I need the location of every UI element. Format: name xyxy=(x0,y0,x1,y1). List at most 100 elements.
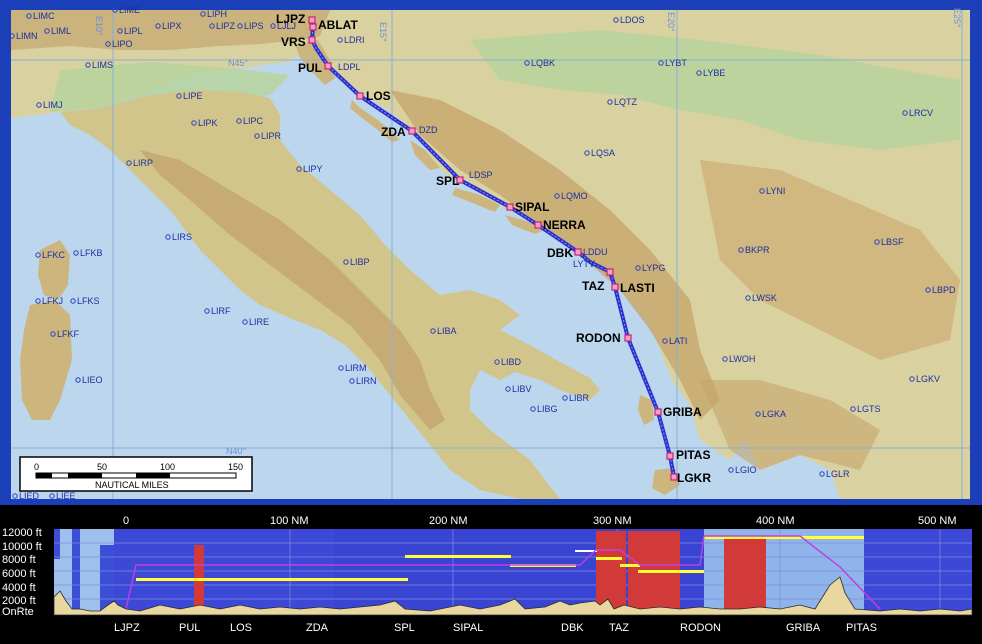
airport-label[interactable]: LGKV xyxy=(916,374,940,384)
airport-label[interactable]: LYNI xyxy=(766,186,785,196)
airport-label[interactable]: LIRF xyxy=(211,306,231,316)
waypoint-marker[interactable] xyxy=(408,127,416,135)
airport-label[interactable]: LFKB xyxy=(80,248,103,258)
airport-label[interactable]: LIML xyxy=(51,26,71,36)
airport-label[interactable]: LIRN xyxy=(356,376,377,386)
airport-label[interactable]: LQMO xyxy=(561,191,588,201)
waypoint-label[interactable]: LOS xyxy=(366,89,391,103)
waypoint-marker[interactable] xyxy=(308,16,316,24)
airport-label[interactable]: LGLR xyxy=(826,469,850,479)
route-airport-label[interactable]: LYTV xyxy=(573,259,595,269)
airport-label[interactable]: LIPE xyxy=(183,91,203,101)
airport-label[interactable]: LFKS xyxy=(77,296,100,306)
airport-label[interactable]: LWOH xyxy=(729,354,755,364)
airport-label[interactable]: LIPS xyxy=(244,21,264,31)
airport-label[interactable]: LIBA xyxy=(437,326,457,336)
airport-label[interactable]: LFKJ xyxy=(42,296,63,306)
airport-label[interactable]: LIPH xyxy=(207,9,227,19)
waypoint-marker[interactable] xyxy=(624,334,632,342)
route-airport-label[interactable]: LDPL xyxy=(338,62,361,72)
airport-label[interactable]: LFKC xyxy=(42,250,66,260)
airport-label[interactable]: LIPC xyxy=(243,116,264,126)
airport-label[interactable]: LIRP xyxy=(133,158,153,168)
airport-label[interactable]: LIMN xyxy=(16,31,38,41)
waypoint-label[interactable]: VRS xyxy=(281,35,306,49)
profile-wp-label: SPL xyxy=(394,622,415,634)
airport-label[interactable]: LATI xyxy=(669,336,687,346)
airport-label[interactable]: LIRM xyxy=(345,363,367,373)
airport-label[interactable]: LYBT xyxy=(665,58,687,68)
waypoint-marker[interactable] xyxy=(666,452,674,460)
airport-label[interactable]: LDRI xyxy=(344,35,365,45)
airport-label[interactable]: LQBK xyxy=(531,58,555,68)
airport-label[interactable]: LIED xyxy=(19,491,40,501)
waypoint-label[interactable]: ZDA xyxy=(381,125,406,139)
waypoint-label[interactable]: ABLAT xyxy=(318,18,358,32)
airport-label[interactable]: LBSF xyxy=(881,237,904,247)
airport-label[interactable]: LIBD xyxy=(501,357,522,367)
waypoint-label[interactable]: NERRA xyxy=(543,218,586,232)
airport-label[interactable]: LYBE xyxy=(703,68,725,78)
waypoint-marker[interactable] xyxy=(606,268,614,276)
airport-label[interactable]: LWSK xyxy=(752,293,777,303)
waypoint-label[interactable]: SIPAL xyxy=(515,200,549,214)
airport-label[interactable]: LIPZ xyxy=(216,21,236,31)
waypoint-marker[interactable] xyxy=(356,92,364,100)
route-airport-label[interactable]: LDSP xyxy=(469,170,493,180)
airport-label[interactable]: LBPD xyxy=(932,285,956,295)
airport-label[interactable]: LIRE xyxy=(249,317,269,327)
airport-label[interactable]: LIPY xyxy=(303,164,323,174)
profile-wp-label: TAZ xyxy=(609,622,629,634)
waypoint-marker[interactable] xyxy=(308,36,316,44)
airport-label[interactable]: LIPK xyxy=(198,118,218,128)
airport-label[interactable]: LIEE xyxy=(56,491,76,501)
waypoint-marker[interactable] xyxy=(324,62,332,70)
route-airport-label[interactable]: DZD xyxy=(419,125,438,135)
altitude-profile[interactable]: 0 100 NM 200 NM 300 NM 400 NM 500 NM 120… xyxy=(0,505,982,639)
waypoint-marker[interactable] xyxy=(309,23,317,31)
waypoint-marker[interactable] xyxy=(534,221,542,229)
airport-label[interactable]: LIPO xyxy=(112,39,133,49)
waypoint-label[interactable]: LASTI xyxy=(620,281,655,295)
map-canvas[interactable]: E10° E15° E20° E25° N45° N40° LIMC LIME LI… xyxy=(0,0,982,505)
airport-label[interactable]: LIRS xyxy=(172,232,192,242)
waypoint-label[interactable]: TAZ xyxy=(582,279,604,293)
waypoint-marker[interactable] xyxy=(611,283,619,291)
waypoint-label[interactable]: DBK xyxy=(547,246,573,260)
airport-label[interactable]: LIPL xyxy=(124,26,143,36)
waypoint-marker[interactable] xyxy=(506,203,514,211)
airport-label[interactable]: LIBP xyxy=(350,257,370,267)
airport-label[interactable]: LIBG xyxy=(537,404,558,414)
airport-label[interactable]: LGKA xyxy=(762,409,786,419)
profile-wp-label: LOS xyxy=(230,622,252,634)
airport-label[interactable]: LGTS xyxy=(857,404,881,414)
profile-wp-label: LJPZ xyxy=(114,622,140,634)
route-airport-label[interactable]: LDDU xyxy=(583,247,608,257)
waypoint-label[interactable]: PITAS xyxy=(676,448,710,462)
airport-label[interactable]: LIPX xyxy=(162,21,182,31)
airport-label[interactable]: LQTZ xyxy=(614,97,638,107)
waypoint-label[interactable]: GRIBA xyxy=(663,405,702,419)
waypoint-label[interactable]: SPL xyxy=(436,174,459,188)
airport-label[interactable]: LDOS xyxy=(620,15,645,25)
waypoint-marker[interactable] xyxy=(654,408,662,416)
waypoint-label[interactable]: LGKR xyxy=(677,471,711,485)
airport-label[interactable]: LIME xyxy=(119,5,140,15)
airport-label[interactable]: LQSA xyxy=(591,148,615,158)
airport-label[interactable]: BKPR xyxy=(745,245,770,255)
waypoint-marker[interactable] xyxy=(574,248,582,256)
airport-label[interactable]: LIMJ xyxy=(43,100,63,110)
airport-label[interactable]: LFKF xyxy=(57,329,80,339)
waypoint-label[interactable]: PUL xyxy=(298,61,322,75)
airport-label[interactable]: LIBR xyxy=(569,393,590,403)
waypoint-label[interactable]: RODON xyxy=(576,331,621,345)
airport-label[interactable]: LGIO xyxy=(735,465,757,475)
airport-label[interactable]: LRCV xyxy=(909,108,933,118)
airport-label[interactable]: LIBV xyxy=(512,384,532,394)
airport-label[interactable]: LIEO xyxy=(82,375,103,385)
waypoint-label[interactable]: LJPZ xyxy=(276,12,305,26)
airport-label[interactable]: LIMS xyxy=(92,60,113,70)
airport-label[interactable]: LIPR xyxy=(261,131,282,141)
airport-label[interactable]: LIMC xyxy=(33,11,55,21)
airport-label[interactable]: LYPG xyxy=(642,263,665,273)
